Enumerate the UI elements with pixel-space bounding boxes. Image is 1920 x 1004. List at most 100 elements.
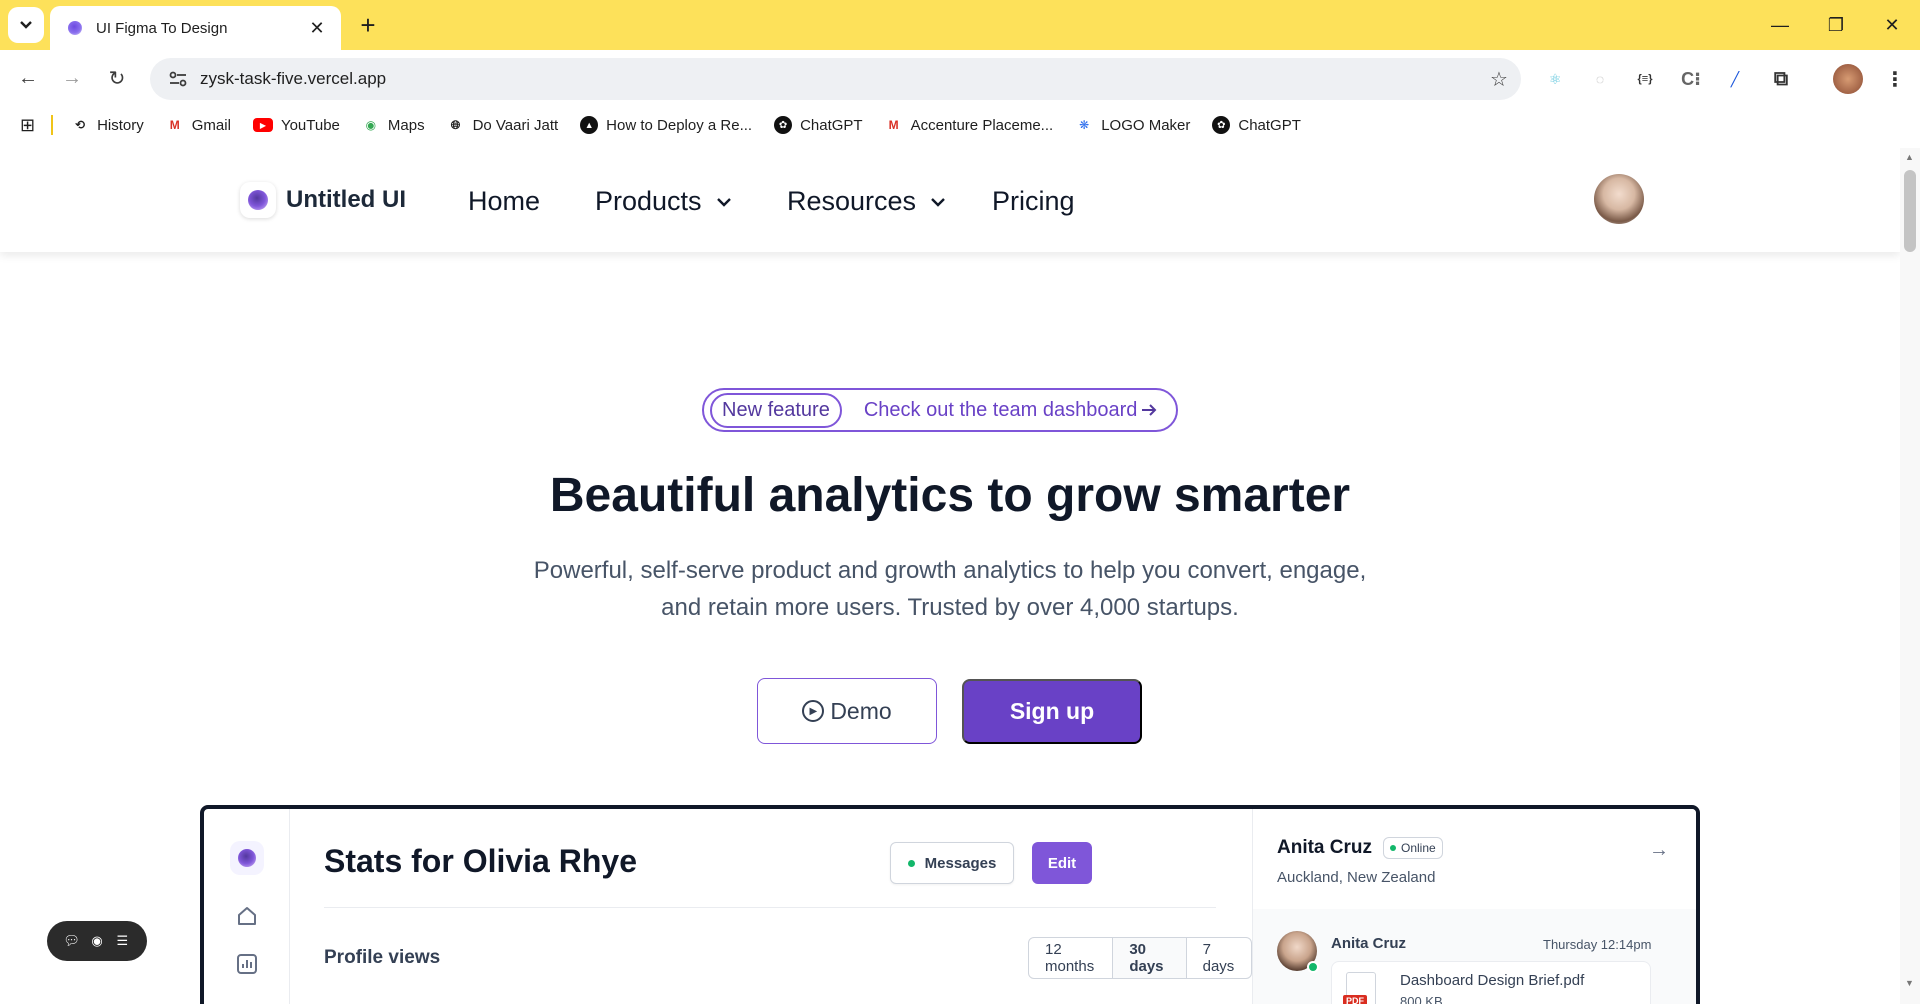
scroll-up-icon[interactable]: ▲ xyxy=(1905,152,1914,162)
floating-dev-toolbar: 💬︎ ◉ ☰ xyxy=(47,921,147,961)
status-dot xyxy=(907,859,915,867)
divider xyxy=(324,907,1216,908)
chatgpt-icon: ✿ xyxy=(774,116,793,134)
minimize-icon[interactable]: — xyxy=(1752,0,1808,50)
home-icon[interactable] xyxy=(236,905,258,927)
youtube-icon: ▶ xyxy=(252,118,273,132)
badge-pill: New feature xyxy=(710,392,842,428)
menu-lines-icon[interactable]: ☰ xyxy=(112,933,132,949)
scrollbar-thumb[interactable] xyxy=(1904,170,1916,252)
range-30-days[interactable]: 30 days xyxy=(1113,938,1187,978)
bookmark-label: Gmail xyxy=(191,116,231,134)
brand-logo[interactable]: Untitled UI xyxy=(240,182,406,218)
hero-subtitle: Powerful, self-serve product and growth … xyxy=(500,552,1400,626)
bookmark-label: YouTube xyxy=(280,116,340,134)
range-7-days[interactable]: 7 days xyxy=(1187,938,1251,978)
contact-location: Auckland, New Zealand xyxy=(1277,869,1436,886)
hero-subtitle-line1: Powerful, self-serve product and growth … xyxy=(533,557,1367,584)
bookmark-logo-maker[interactable]: ❋ LOGO Maker xyxy=(1075,116,1190,134)
address-bar[interactable]: zysk-task-five.vercel.app ☆ xyxy=(150,58,1521,100)
nav-pricing-label: Pricing xyxy=(992,186,1075,216)
close-window-icon[interactable]: ✕ xyxy=(1864,0,1920,50)
json-extension-icon[interactable]: {≡} xyxy=(1630,64,1660,94)
user-avatar[interactable] xyxy=(1594,174,1644,224)
dashboard-logo-icon xyxy=(230,841,264,875)
online-label: Online xyxy=(1401,841,1436,855)
nav-products[interactable]: Products xyxy=(595,186,732,217)
react-devtools-icon[interactable]: ⚛ xyxy=(1540,64,1570,94)
scroll-down-icon[interactable]: ▼ xyxy=(1905,978,1914,988)
profile-views-title: Profile views xyxy=(324,947,441,968)
profile-avatar-icon[interactable] xyxy=(1833,64,1863,94)
file-name: Dashboard Design Brief.pdf xyxy=(1400,972,1585,989)
sender-name: Anita Cruz xyxy=(1331,935,1406,952)
bookmark-accenture[interactable]: M Accenture Placeme... xyxy=(885,116,1054,134)
gmail-icon: M xyxy=(169,118,180,132)
bookmark-gmail[interactable]: M Gmail xyxy=(166,116,231,134)
range-selector: 12 months 30 days 7 days xyxy=(1028,937,1252,979)
bookmark-label: Do Vaari Jatt xyxy=(472,116,559,134)
close-tab-icon[interactable]: ✕ xyxy=(305,18,329,39)
vercel-icon: ▲ xyxy=(580,116,599,134)
logo-maker-icon: ❋ xyxy=(1079,118,1090,132)
edit-button[interactable]: Edit xyxy=(1032,842,1092,884)
chevron-down-icon xyxy=(20,21,32,29)
bookmark-label: How to Deploy a Re... xyxy=(606,116,753,134)
history-icon: ⟲ xyxy=(75,118,86,132)
feature-badge[interactable]: New feature Check out the team dashboard xyxy=(702,388,1178,432)
bookmark-chatgpt-2[interactable]: ✿ ChatGPT xyxy=(1212,116,1301,134)
new-tab-button[interactable]: + xyxy=(352,9,384,41)
bookmark-maps[interactable]: ◉ Maps xyxy=(362,116,425,134)
site-info-icon[interactable] xyxy=(156,71,200,87)
extension-circle-icon[interactable]: ◌ xyxy=(1585,64,1615,94)
bookmark-history[interactable]: ⟲ History xyxy=(71,116,144,134)
bookmarks-separator xyxy=(51,115,54,135)
bookmark-deploy[interactable]: ▲ How to Deploy a Re... xyxy=(580,116,752,134)
bookmark-star-icon[interactable]: ☆ xyxy=(1477,67,1521,92)
bookmark-label: History xyxy=(97,116,144,134)
browser-tab-active[interactable]: UI Figma To Design ✕ xyxy=(50,6,341,50)
bookmark-chatgpt[interactable]: ✿ ChatGPT xyxy=(774,116,863,134)
nav-products-label: Products xyxy=(595,186,702,216)
signup-button[interactable]: Sign up xyxy=(962,679,1142,744)
bookmark-youtube[interactable]: ▶ YouTube xyxy=(252,116,340,134)
contact-header: Anita Cruz Online Auckland, New Zealand … xyxy=(1253,809,1696,909)
comment-icon[interactable]: 💬︎ xyxy=(62,933,82,949)
nav-home-label: Home xyxy=(468,186,541,216)
file-attachment[interactable]: PDF Dashboard Design Brief.pdf 800 KB xyxy=(1331,961,1651,1004)
chatgpt-icon: ✿ xyxy=(1212,116,1231,134)
url-text[interactable]: zysk-task-five.vercel.app xyxy=(200,69,1477,89)
back-icon[interactable]: ← xyxy=(10,60,46,96)
restore-icon[interactable]: ❐ xyxy=(1808,0,1864,50)
nav-home[interactable]: Home xyxy=(468,186,540,217)
page-scrollbar[interactable]: ▲ ▼ xyxy=(1900,148,1920,1004)
gmail-icon: M xyxy=(888,118,899,132)
range-12-months[interactable]: 12 months xyxy=(1029,938,1114,978)
pen-extension-icon[interactable]: ╱ xyxy=(1720,64,1750,94)
sender-avatar xyxy=(1277,931,1319,973)
arrow-right-icon xyxy=(1142,404,1157,416)
demo-label: Demo xyxy=(830,697,892,724)
reload-icon[interactable]: ↻ xyxy=(99,60,135,96)
apps-grid-icon[interactable]: ⊞ xyxy=(20,115,35,136)
arrow-right-icon[interactable]: → xyxy=(1649,839,1669,862)
css-extension-icon[interactable]: C⁝ xyxy=(1676,64,1706,94)
bookmark-do-vaari-jatt[interactable]: 🌐︎ Do Vaari Jatt xyxy=(447,116,559,134)
dashboard-sidebar xyxy=(204,809,290,1004)
forward-icon[interactable]: → xyxy=(54,60,90,96)
message-time: Thursday 12:14pm xyxy=(1543,937,1652,952)
extensions-puzzle-icon[interactable]: ⧉ xyxy=(1766,64,1796,94)
site-header: Untitled UI Home Products Resources Pric… xyxy=(0,148,1900,252)
toggle-icon[interactable]: ◉ xyxy=(87,933,107,949)
demo-button[interactable]: ▶ Demo xyxy=(757,678,937,744)
nav-pricing[interactable]: Pricing xyxy=(992,186,1075,217)
bar-chart-icon[interactable] xyxy=(236,953,258,975)
bookmark-label: LOGO Maker xyxy=(1101,116,1191,134)
messages-button[interactable]: Messages xyxy=(890,842,1014,884)
menu-kebab-icon[interactable]: ⋮ xyxy=(1880,64,1910,94)
nav-resources[interactable]: Resources xyxy=(787,186,946,217)
chevron-down-icon xyxy=(931,197,945,207)
tab-search-button[interactable] xyxy=(8,7,44,43)
bookmark-label: Accenture Placeme... xyxy=(910,116,1054,134)
brand-name: Untitled UI xyxy=(286,186,406,213)
